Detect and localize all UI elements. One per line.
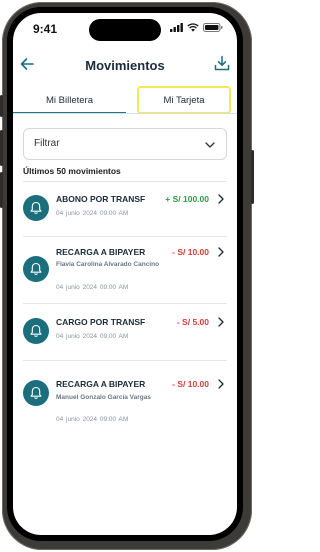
app-header: Movimientos [13, 45, 237, 85]
transaction-amount: - S/ 5.00 [176, 317, 209, 327]
filter-dropdown[interactable]: Filtrar [23, 128, 227, 160]
tabs-divider [13, 113, 237, 114]
bell-icon [23, 318, 49, 344]
transaction-amount: - S/ 10.00 [172, 379, 209, 389]
divider [23, 236, 227, 237]
bell-icon [23, 195, 49, 221]
transaction-item[interactable]: RECARGA A BIPAYER - S/ 10.00 Manuel Gonz… [13, 360, 237, 427]
bell-icon [23, 380, 49, 406]
signal-icon [170, 23, 183, 32]
chevron-right-icon [218, 379, 224, 389]
app-screen: 9:41 Movimientos Mi Billetera Mi Tarjeta… [13, 13, 237, 535]
chevron-right-icon [218, 317, 224, 327]
transaction-recipient: Flavia Carolina Alvarado Cancino [56, 261, 160, 268]
transaction-recipient: Manuel Gonzalo García Vargas [56, 394, 152, 401]
power-button [251, 150, 254, 204]
transaction-title: RECARGA A BIPAYER [56, 379, 146, 389]
transaction-amount: + S/ 100.00 [165, 194, 209, 204]
divider [23, 360, 227, 361]
download-icon[interactable] [213, 54, 231, 72]
transaction-date: 04 junio 2024 09:00 AM [56, 333, 129, 340]
transaction-date: 04 junio 2024 09:00 AM [56, 284, 129, 291]
transaction-title: ABONO POR TRANSF [56, 194, 146, 204]
status-icons [170, 23, 223, 32]
chevron-right-icon [218, 247, 224, 257]
transaction-date: 04 junio 2024 09:00 AM [56, 416, 129, 423]
transaction-amount: - S/ 10.00 [172, 247, 209, 257]
divider [23, 303, 227, 304]
transaction-title: CARGO POR TRANSF [56, 317, 146, 327]
section-title: Últimos 50 movimientos [23, 166, 121, 176]
status-time: 9:41 [33, 22, 58, 36]
tab-mi-tarjeta[interactable]: Mi Tarjeta [137, 86, 231, 114]
chevron-down-icon [205, 142, 215, 148]
transaction-item[interactable]: RECARGA A BIPAYER - S/ 10.00 Flavia Caro… [13, 236, 237, 303]
page-title: Movimientos [85, 58, 165, 73]
bell-icon [23, 256, 49, 282]
transaction-item[interactable]: ABONO POR TRANSF + S/ 100.00 04 junio 20… [13, 181, 237, 236]
tab-mi-billetera[interactable]: Mi Billetera [13, 88, 126, 113]
transaction-title: RECARGA A BIPAYER [56, 247, 146, 257]
filter-label: Filtrar [34, 138, 60, 149]
tab-bar: Mi Billetera Mi Tarjeta [13, 86, 237, 114]
volume-down-button [0, 172, 3, 208]
volume-up-button [0, 130, 3, 166]
transaction-date: 04 junio 2024 09:00 AM [56, 210, 129, 217]
chevron-right-icon [218, 194, 224, 204]
transaction-item[interactable]: CARGO POR TRANSF - S/ 5.00 04 junio 2024… [13, 303, 237, 360]
status-bar: 9:41 [13, 13, 237, 45]
battery-icon [203, 23, 223, 32]
side-button [0, 95, 3, 117]
wifi-icon [187, 23, 199, 32]
dynamic-island [89, 19, 161, 41]
divider [23, 181, 227, 182]
